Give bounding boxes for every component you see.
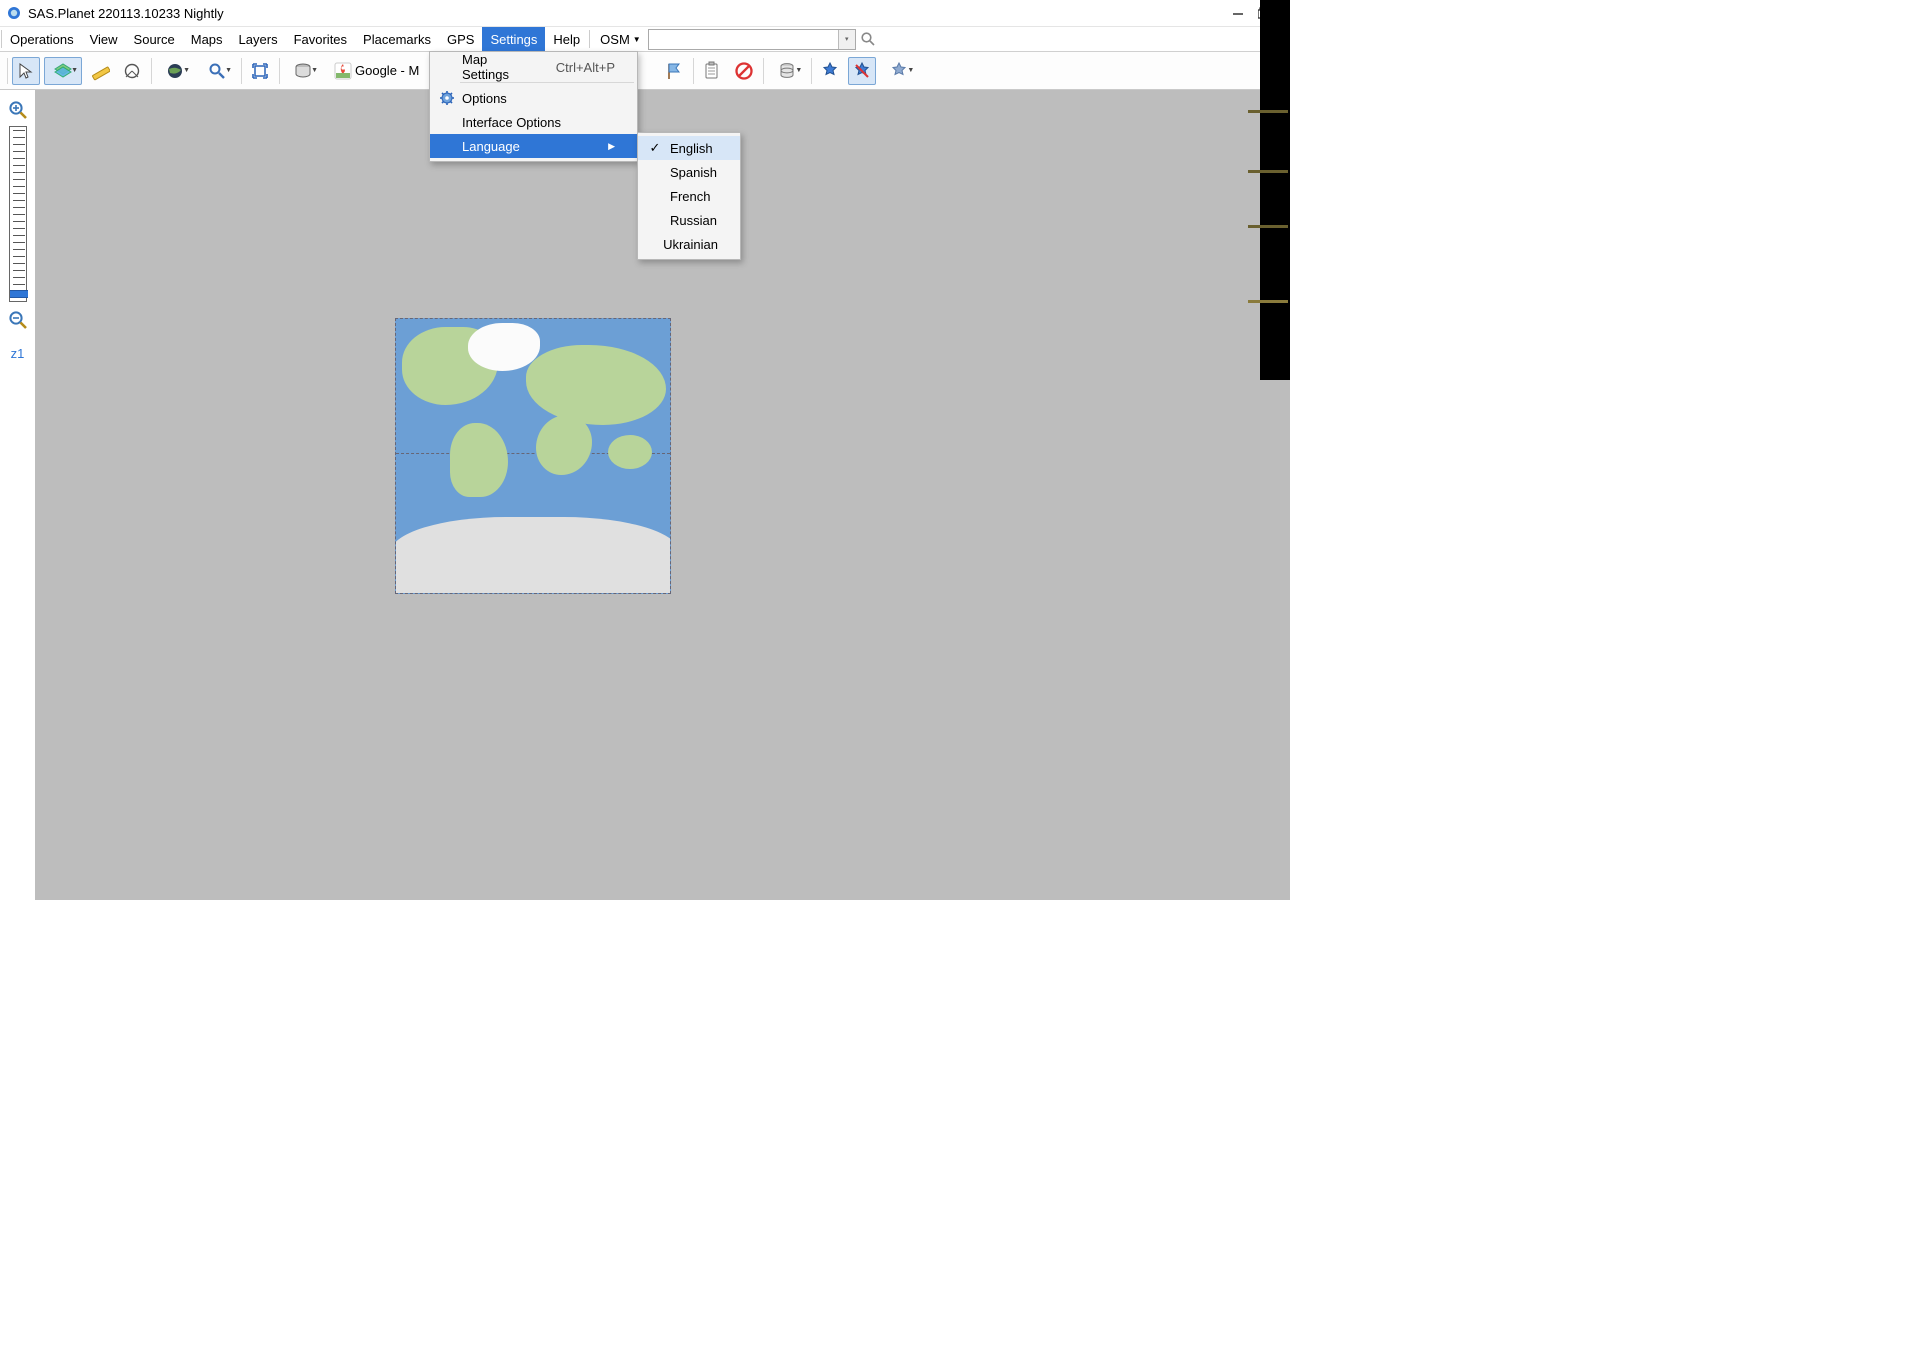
minimize-button[interactable] xyxy=(1232,7,1258,19)
menu-help[interactable]: Help xyxy=(545,27,588,51)
menu-placemarks[interactable]: Placemarks xyxy=(355,27,439,51)
map-provider-select[interactable]: Google - M xyxy=(326,57,426,85)
fullscreen-tool[interactable] xyxy=(246,57,274,85)
menu-gps[interactable]: GPS xyxy=(439,27,482,51)
lang-russian[interactable]: Russian xyxy=(638,208,740,232)
lang-english[interactable]: ✓ English xyxy=(638,136,740,160)
menu-maps[interactable]: Maps xyxy=(183,27,231,51)
zoom-level-label: z1 xyxy=(11,346,25,361)
map-provider-label: Google - M xyxy=(355,63,419,78)
caret-down-icon: ▼ xyxy=(311,67,318,74)
selection-tool[interactable]: ▼ xyxy=(44,57,82,85)
caret-down-icon: ▼ xyxy=(795,67,802,74)
menu-operations[interactable]: Operations xyxy=(2,27,82,51)
menubar: Operations View Source Maps Layers Favor… xyxy=(0,26,1290,52)
app-logo-icon xyxy=(6,5,22,21)
cache-source-tool[interactable]: ▼ xyxy=(284,57,322,85)
cursor-tool[interactable] xyxy=(12,57,40,85)
window-title: SAS.Planet 220113.10233 Nightly xyxy=(28,6,1232,21)
lang-french[interactable]: French xyxy=(638,184,740,208)
caret-down-icon: ▼ xyxy=(225,67,232,74)
background-window-edge xyxy=(1260,0,1290,380)
flag-tool[interactable] xyxy=(660,57,688,85)
lang-spanish[interactable]: Spanish xyxy=(638,160,740,184)
language-submenu: ✓ English Spanish French Russian Ukraini… xyxy=(637,132,741,260)
menu-language[interactable]: Language ▶ xyxy=(430,134,637,158)
zoom-handle[interactable] xyxy=(10,290,28,298)
menu-map-settings[interactable]: Map Settings Ctrl+Alt+P xyxy=(430,55,637,79)
search-input[interactable]: ▾ xyxy=(648,29,856,50)
menu-source[interactable]: Source xyxy=(126,27,183,51)
geocoder-label: OSM xyxy=(600,32,630,47)
find-tool[interactable]: ▼ xyxy=(198,57,236,85)
caret-down-icon: ▼ xyxy=(907,67,914,74)
menu-favorites[interactable]: Favorites xyxy=(286,27,355,51)
toolbar: ▼ ▼ ▼ ▼ Google - M ▼ xyxy=(0,52,1290,90)
clipboard-tool[interactable] xyxy=(698,57,726,85)
gear-icon xyxy=(436,90,458,106)
stop-tool[interactable] xyxy=(730,57,758,85)
placemark-visibility-tool[interactable]: ▼ xyxy=(880,57,918,85)
accelerator-label: Ctrl+Alt+P xyxy=(532,60,615,75)
zoom-out-icon[interactable] xyxy=(8,310,28,330)
circle-tool[interactable] xyxy=(118,57,146,85)
placemark-add-tool[interactable] xyxy=(816,57,844,85)
menu-interface-options[interactable]: Interface Options xyxy=(430,110,637,134)
check-icon: ✓ xyxy=(644,140,666,156)
menu-settings[interactable]: Settings xyxy=(482,27,545,51)
caret-down-icon: ▼ xyxy=(633,35,641,44)
placemark-show-tool[interactable] xyxy=(848,57,876,85)
menu-options[interactable]: Options xyxy=(430,86,637,110)
zoom-slider: z1 xyxy=(5,100,30,361)
menu-layers[interactable]: Layers xyxy=(231,27,286,51)
database-tool[interactable]: ▼ xyxy=(768,57,806,85)
search-history-button[interactable]: ▾ xyxy=(838,30,855,49)
zoom-track[interactable] xyxy=(9,126,27,302)
caret-down-icon: ▼ xyxy=(183,67,190,74)
lang-ukrainian[interactable]: Ukrainian xyxy=(638,232,740,256)
titlebar: SAS.Planet 220113.10233 Nightly xyxy=(0,0,1290,26)
world-tile xyxy=(395,318,671,594)
zoom-in-icon[interactable] xyxy=(8,100,28,120)
submenu-arrow-icon: ▶ xyxy=(592,141,615,152)
distance-tool[interactable] xyxy=(86,57,114,85)
menu-view[interactable]: View xyxy=(82,27,126,51)
search-button[interactable] xyxy=(857,31,879,47)
geocoder-select[interactable]: OSM ▼ xyxy=(594,32,647,47)
caret-down-icon: ▼ xyxy=(71,67,78,74)
settings-menu-dropdown: Map Settings Ctrl+Alt+P Options Interfac… xyxy=(429,51,638,162)
goto-tool[interactable]: ▼ xyxy=(156,57,194,85)
